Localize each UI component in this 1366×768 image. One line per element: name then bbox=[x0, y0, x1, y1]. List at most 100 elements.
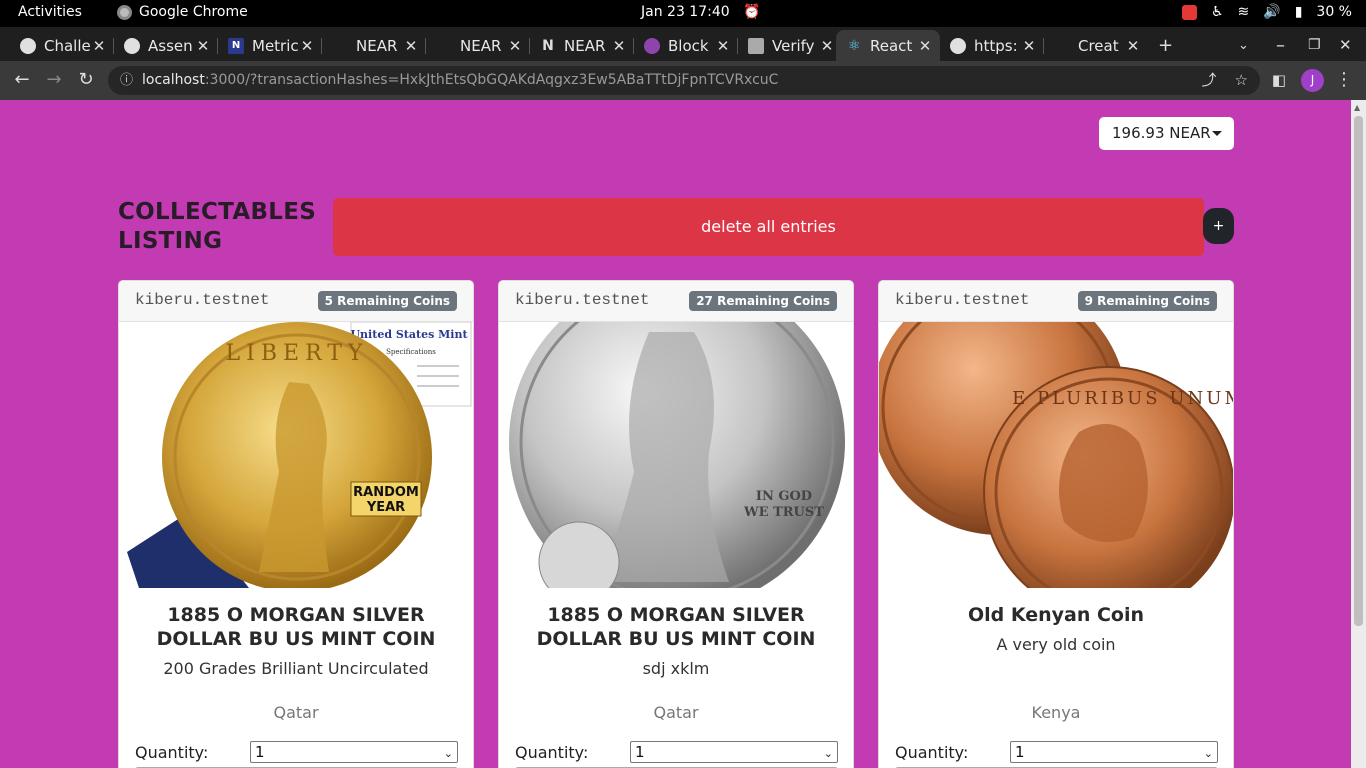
bookmark-star-icon[interactable]: ☆ bbox=[1235, 66, 1248, 95]
close-icon[interactable]: ✕ bbox=[916, 37, 934, 55]
collectable-name: 1885 O MORGAN SILVER DOLLAR BU US MINT C… bbox=[156, 604, 436, 650]
address-bar[interactable]: ⓘ localhost:3000/?transactionHashes=HxkJ… bbox=[108, 66, 1260, 95]
profile-avatar[interactable]: J bbox=[1301, 69, 1324, 92]
wifi-icon: ≋ bbox=[1237, 4, 1250, 20]
tab[interactable]: Assen ✕ bbox=[114, 30, 218, 61]
tab-favicon-icon bbox=[644, 37, 660, 54]
back-icon[interactable]: ← bbox=[10, 68, 34, 92]
app-name: Google Chrome bbox=[139, 4, 248, 20]
scrollbar-thumb[interactable] bbox=[1354, 116, 1363, 626]
collectable-description: 200 Grades Brilliant Uncirculated bbox=[163, 659, 429, 678]
page-content: 196.93 NEAR COLLECTABLES LISTING delete … bbox=[0, 100, 1351, 768]
url-host: localhost bbox=[142, 72, 205, 88]
close-icon[interactable]: ✕ bbox=[194, 37, 212, 55]
close-icon[interactable]: ✕ bbox=[818, 37, 836, 55]
chevron-down-icon: ⌄ bbox=[1203, 747, 1213, 760]
page-heading: COLLECTABLES LISTING bbox=[118, 199, 317, 254]
tab[interactable]: NEAR ✕ bbox=[426, 30, 530, 61]
tab[interactable]: https: ✕ bbox=[940, 30, 1044, 61]
clock[interactable]: Jan 23 17:40 bbox=[641, 4, 730, 20]
close-icon[interactable]: ✕ bbox=[1020, 37, 1038, 55]
close-icon[interactable]: ✕ bbox=[402, 37, 420, 55]
collectable-card: kiberu.testnet 27 Remaining Coins IN GOD… bbox=[498, 280, 854, 768]
close-icon[interactable]: ✕ bbox=[610, 37, 628, 55]
chevron-down-icon: ⌄ bbox=[823, 747, 833, 760]
reload-icon[interactable]: ↻ bbox=[74, 68, 98, 92]
collectable-card: kiberu.testnet 9 Remaining Coins E PLURI… bbox=[878, 280, 1234, 768]
coin-image: E PLURIBUS UNUM bbox=[879, 322, 1233, 588]
tab-favicon-icon bbox=[124, 37, 140, 54]
coin-image: United States Mint Specifications LIBERT… bbox=[119, 322, 473, 588]
add-collectable-button[interactable]: + bbox=[1203, 208, 1234, 244]
maximize-icon[interactable]: ❐ bbox=[1308, 30, 1321, 61]
collectable-description: A very old coin bbox=[996, 635, 1116, 654]
url-rest: :3000/?transactionHashes=HxkJthEtsQbGQAK… bbox=[204, 72, 779, 88]
certificate-subtitle: Specifications bbox=[386, 348, 436, 356]
tab-search-icon[interactable]: ⌄ bbox=[1238, 30, 1249, 61]
tab-favicon-icon: N bbox=[228, 37, 244, 54]
close-icon[interactable]: ✕ bbox=[714, 37, 732, 55]
coin-image: IN GOD WE TRUST bbox=[499, 322, 853, 588]
tab[interactable]: Ν NEAR ✕ bbox=[530, 30, 634, 61]
remaining-coins-badge: 5 Remaining Coins bbox=[317, 291, 457, 311]
tab[interactable]: Challe ✕ bbox=[10, 30, 114, 61]
tab-favicon-icon bbox=[20, 37, 36, 54]
collectable-location: Qatar bbox=[273, 703, 319, 722]
battery-icon: ▮ bbox=[1294, 4, 1303, 20]
collectable-name: Old Kenyan Coin bbox=[967, 604, 1145, 626]
tab-active[interactable]: ⚛ React ✕ bbox=[836, 30, 940, 61]
site-info-icon[interactable]: ⓘ bbox=[120, 66, 133, 95]
share-icon[interactable]: ⤴ bbox=[1202, 66, 1217, 95]
page-scrollbar[interactable]: ▲ bbox=[1351, 100, 1366, 768]
tab[interactable]: Creat ✕ bbox=[1044, 30, 1148, 61]
near-logo-icon: Ν bbox=[542, 37, 554, 54]
collectable-name: 1885 O MORGAN SILVER DOLLAR BU US MINT C… bbox=[536, 604, 816, 650]
tab[interactable]: Verify ✕ bbox=[738, 30, 842, 61]
scroll-up-icon[interactable]: ▲ bbox=[1354, 103, 1360, 112]
react-icon: ⚛ bbox=[847, 37, 861, 54]
quantity-select[interactable]: 1 ⌄ bbox=[630, 741, 838, 763]
close-icon[interactable]: ✕ bbox=[90, 37, 108, 55]
tab[interactable]: NEAR ✕ bbox=[322, 30, 426, 61]
screencast-indicator-icon bbox=[1181, 4, 1197, 20]
certificate-title: United States Mint bbox=[350, 328, 468, 341]
battery-percent: 30 % bbox=[1316, 4, 1352, 20]
collectable-location: Qatar bbox=[653, 703, 699, 722]
caret-down-icon bbox=[1212, 131, 1222, 136]
side-panel-icon[interactable]: ◧ bbox=[1267, 68, 1291, 92]
remaining-coins-badge: 9 Remaining Coins bbox=[1077, 291, 1217, 311]
quantity-label: Quantity: bbox=[895, 743, 969, 762]
collectable-card: kiberu.testnet 5 Remaining Coins United … bbox=[118, 280, 474, 768]
quantity-select[interactable]: 1 ⌄ bbox=[1010, 741, 1218, 763]
owner-account: kiberu.testnet bbox=[135, 291, 270, 309]
volume-icon: 🔊 bbox=[1263, 4, 1281, 20]
accessibility-icon: ♿ bbox=[1210, 4, 1224, 20]
close-icon[interactable]: ✕ bbox=[1124, 37, 1142, 55]
window-close-icon[interactable]: ✕ bbox=[1339, 30, 1352, 61]
new-tab-button[interactable]: + bbox=[1158, 30, 1173, 61]
globe-icon bbox=[950, 37, 966, 54]
card-header: kiberu.testnet 9 Remaining Coins bbox=[879, 281, 1233, 322]
alarm-icon: ⏰ bbox=[743, 4, 761, 20]
card-header: kiberu.testnet 5 Remaining Coins bbox=[119, 281, 473, 322]
tab[interactable]: N Metric ✕ bbox=[218, 30, 322, 61]
collectable-location: Kenya bbox=[1031, 703, 1081, 722]
forward-icon[interactable]: → bbox=[42, 68, 66, 92]
chevron-down-icon: ⌄ bbox=[443, 747, 453, 760]
coin-legend-text: E PLURIBUS UNUM bbox=[1012, 388, 1233, 409]
menu-kebab-icon[interactable]: ⋮ bbox=[1332, 68, 1356, 92]
minimize-icon[interactable]: – bbox=[1276, 30, 1285, 61]
collectable-description: sdj xklm bbox=[642, 659, 710, 678]
owner-account: kiberu.testnet bbox=[515, 291, 650, 309]
quantity-select[interactable]: 1 ⌄ bbox=[250, 741, 458, 763]
account-balance-dropdown[interactable]: 196.93 NEAR bbox=[1099, 117, 1234, 150]
app-menu[interactable]: Google Chrome bbox=[117, 4, 248, 20]
tab[interactable]: Block ✕ bbox=[634, 30, 738, 61]
delete-all-button[interactable]: delete all entries bbox=[333, 198, 1204, 256]
close-icon[interactable]: ✕ bbox=[506, 37, 524, 55]
system-tray[interactable]: ♿ ≋ 🔊 ▮ 30 % bbox=[1181, 4, 1352, 20]
tab-favicon-icon bbox=[332, 38, 348, 54]
chrome-icon bbox=[117, 4, 132, 20]
close-icon[interactable]: ✕ bbox=[298, 37, 316, 55]
activities-button[interactable]: Activities bbox=[18, 4, 82, 20]
